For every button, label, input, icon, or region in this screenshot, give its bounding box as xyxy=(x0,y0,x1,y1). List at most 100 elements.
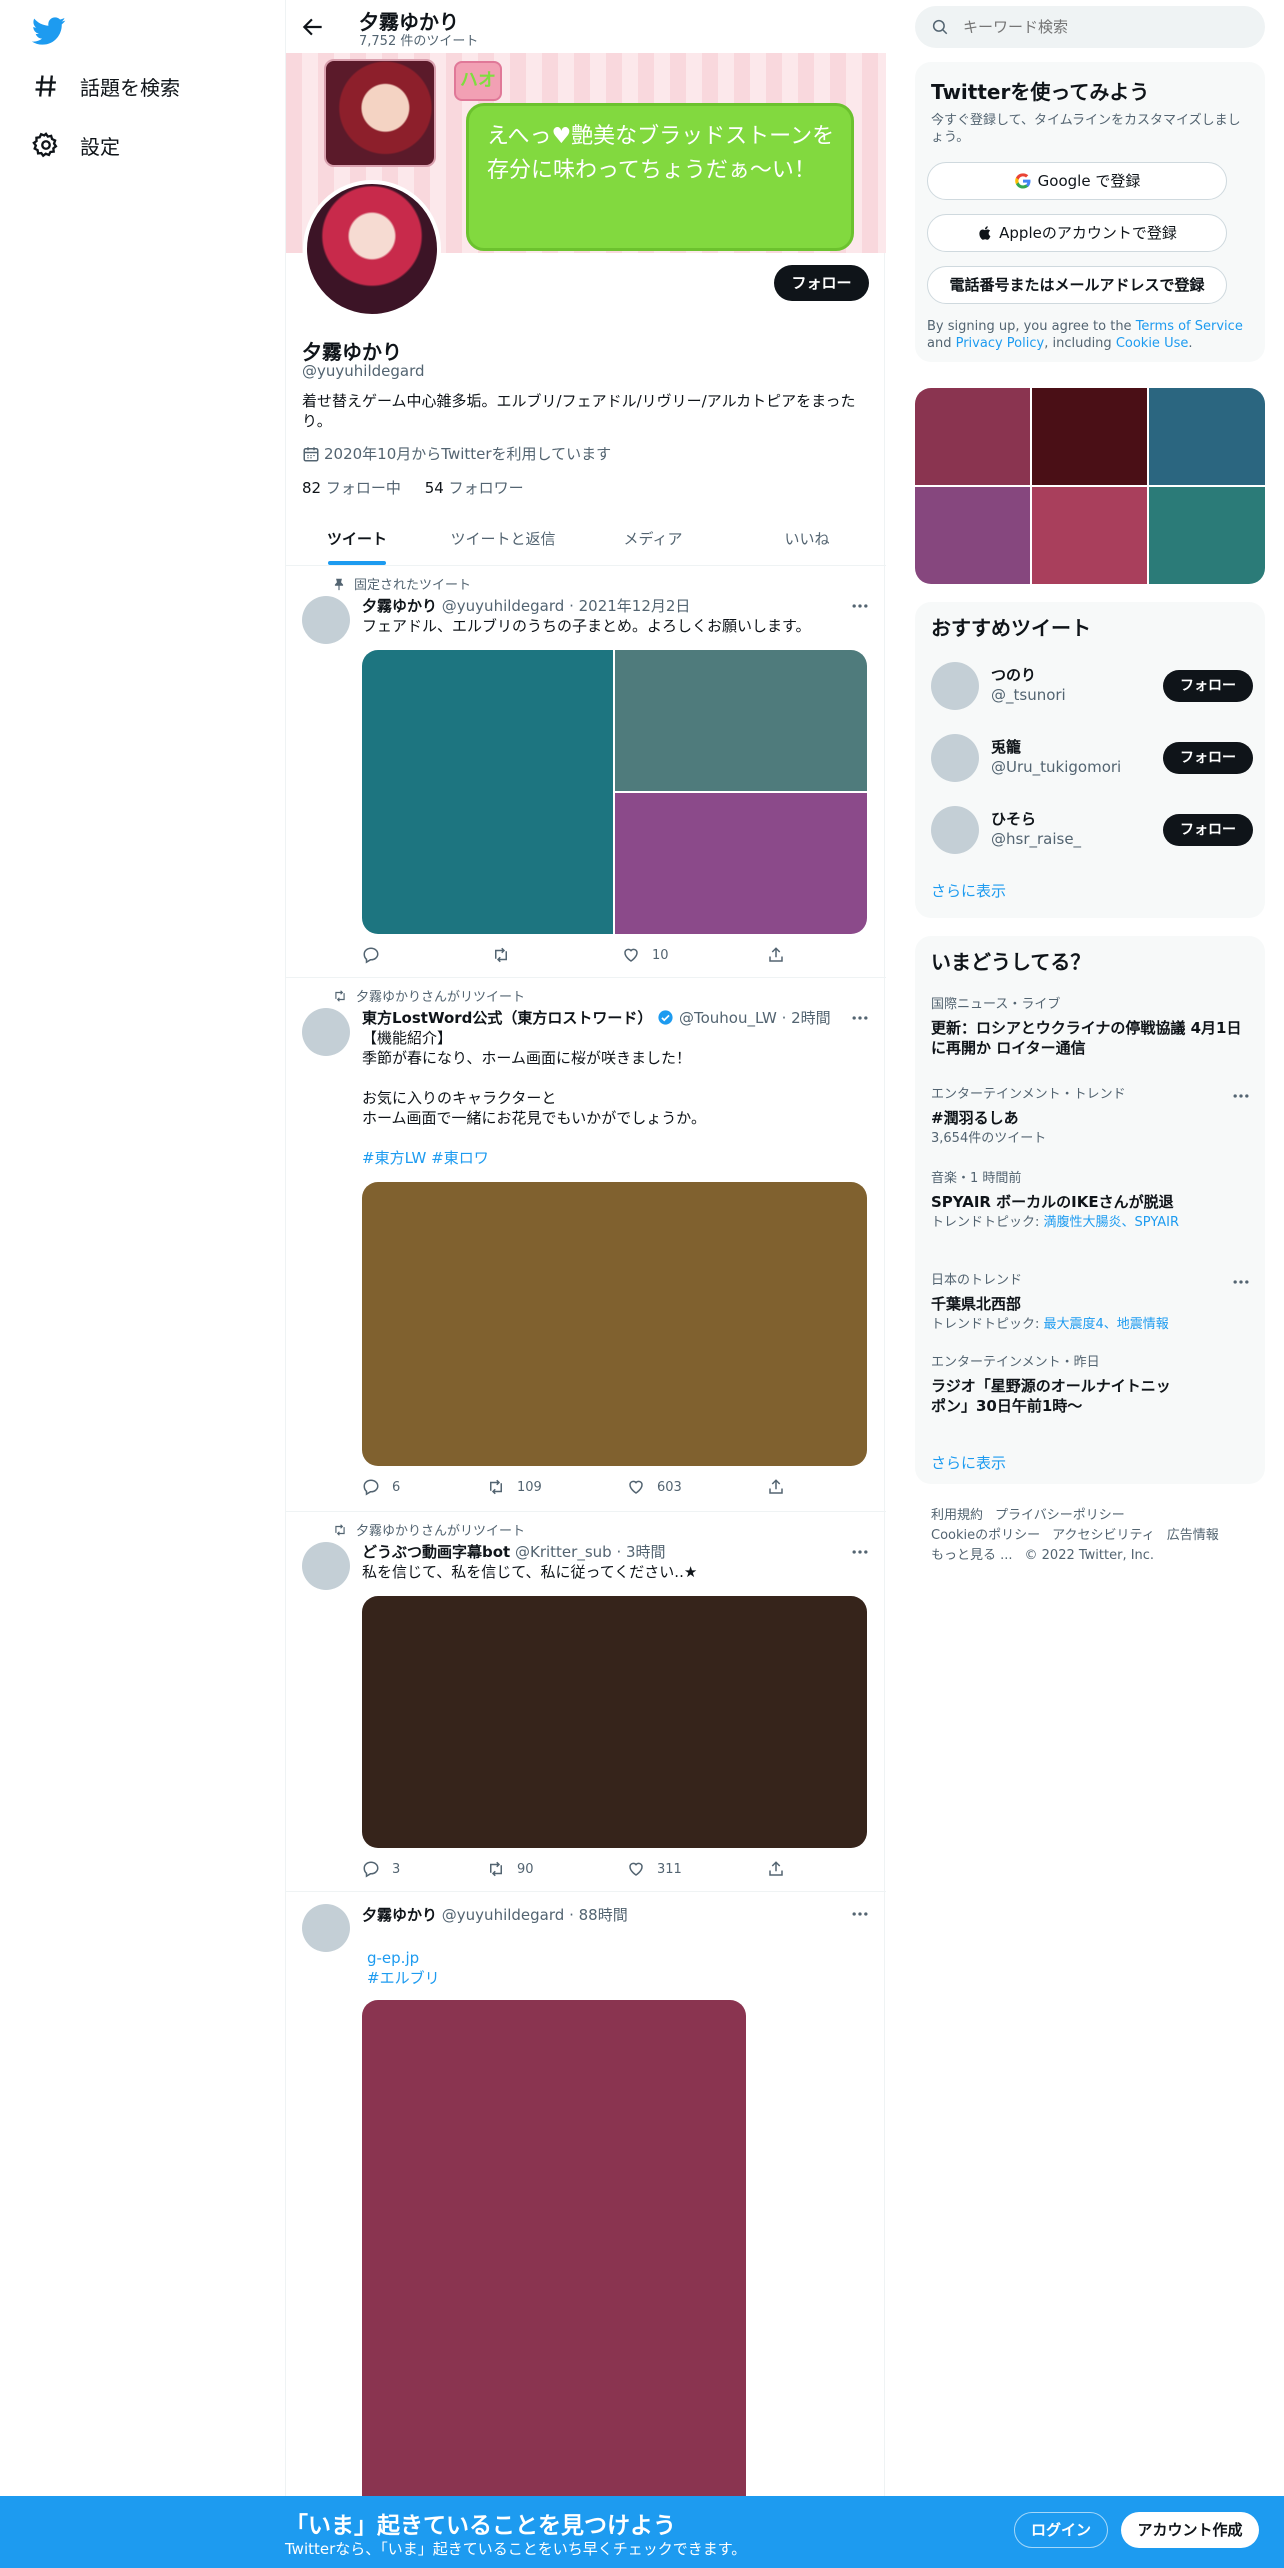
avatar[interactable] xyxy=(302,1904,350,1952)
footer-link[interactable]: プライバシーポリシー xyxy=(995,1508,1125,1523)
avatar[interactable] xyxy=(302,1542,350,1590)
more-icon[interactable] xyxy=(850,1008,870,1028)
tweet-media-image[interactable] xyxy=(362,1182,867,1466)
trend-item[interactable]: 日本のトレンド 千葉県北西部 トレンドトピック: 最大震度4、地震情報 xyxy=(931,1272,1251,1333)
tweet-media-image-1[interactable] xyxy=(362,650,613,934)
avatar[interactable] xyxy=(931,662,979,710)
tweet-author-name[interactable]: 東方LostWord公式（東方ロストワード） xyxy=(362,1009,652,1027)
cookie-use-link[interactable]: Cookie Use xyxy=(1116,336,1189,351)
more-icon[interactable] xyxy=(850,1904,870,1924)
tweet-media-image[interactable] xyxy=(362,1596,867,1848)
login-button[interactable]: ログイン xyxy=(1014,2512,1108,2548)
follow-button[interactable]: フォロー xyxy=(1163,742,1253,774)
more-icon[interactable] xyxy=(850,1542,870,1562)
follow-button[interactable]: フォロー xyxy=(1163,814,1253,846)
search-box[interactable] xyxy=(915,6,1265,48)
tweet-item[interactable]: 夕霧ゆかりさんがリツイート 東方LostWord公式（東方ロストワード） @To… xyxy=(286,978,886,1512)
more-icon[interactable] xyxy=(1231,1086,1251,1106)
tab-tweets-replies[interactable]: ツイートと返信 xyxy=(428,513,578,566)
tweet-author-name[interactable]: 夕霧ゆかり xyxy=(362,597,437,615)
reply-button[interactable]: 3 xyxy=(362,1860,400,1878)
tweet-author-name[interactable]: どうぶつ動画字幕bot xyxy=(362,1543,510,1561)
tweet-time[interactable]: 88時間 xyxy=(579,1906,628,1924)
avatar[interactable] xyxy=(931,806,979,854)
footer-link[interactable]: アクセシビリティ xyxy=(1052,1528,1155,1543)
trends-show-more[interactable]: さらに表示 xyxy=(931,1452,1006,1473)
tweet-time[interactable]: 2021年12月2日 xyxy=(579,597,691,615)
nav-explore[interactable]: 話題を検索 xyxy=(32,66,180,106)
retweet-button[interactable]: 109 xyxy=(487,1478,542,1496)
recommend-user[interactable]: ひそら @hsr_raise_ フォロー xyxy=(931,802,1253,858)
apple-signup-button[interactable]: Appleのアカウントで登録 xyxy=(927,214,1227,252)
avatar[interactable] xyxy=(302,1008,350,1056)
tab-media[interactable]: メディア xyxy=(578,513,728,566)
tweet-hashtag[interactable]: #エルブリ xyxy=(367,1968,872,1988)
tab-tweets[interactable]: ツイート xyxy=(286,513,428,566)
footer-more-link[interactable]: もっと見る ... xyxy=(931,1548,1013,1563)
tweet-link[interactable]: g-ep.jp xyxy=(367,1948,872,1968)
like-button[interactable]: 10 xyxy=(622,946,669,964)
follow-button[interactable]: フォロー xyxy=(1163,670,1253,702)
tweet-time[interactable]: 3時間 xyxy=(626,1543,666,1561)
tweet-media-image[interactable] xyxy=(362,2000,746,2520)
photo-thumb[interactable] xyxy=(1032,487,1147,584)
profile-joined: 2020年10月からTwitterを利用しています xyxy=(302,443,611,464)
like-button[interactable]: 311 xyxy=(627,1860,682,1878)
share-button[interactable] xyxy=(767,1860,797,1878)
photo-thumb[interactable] xyxy=(1149,388,1265,485)
back-arrow-icon[interactable] xyxy=(300,14,326,40)
tweet-item[interactable]: 夕霧ゆかり @yuyuhildegard · 88時間 g-ep.jp #エルブ… xyxy=(286,1892,886,2520)
retweet-button[interactable] xyxy=(492,946,522,964)
follow-button[interactable]: フォロー xyxy=(774,265,869,301)
footer-link[interactable]: 利用規約 xyxy=(931,1508,983,1523)
privacy-policy-link[interactable]: Privacy Policy xyxy=(956,336,1045,351)
tweet-media-image-3[interactable] xyxy=(615,793,867,934)
tweet-media-image-1[interactable] xyxy=(362,1182,867,1466)
photo-thumb[interactable] xyxy=(915,487,1030,584)
tweet-time[interactable]: 2時間 xyxy=(791,1009,831,1027)
recommend-user[interactable]: 兎籠 @Uru_tukigomori フォロー xyxy=(931,730,1253,786)
tweet-author-name[interactable]: 夕霧ゆかり xyxy=(362,1906,437,1924)
more-icon[interactable] xyxy=(850,596,870,616)
like-button[interactable]: 603 xyxy=(627,1478,682,1496)
trend-item[interactable]: 音楽・1 時間前 SPYAIR ボーカルのIKEさんが脱退 トレンドトピック: … xyxy=(931,1170,1251,1231)
retweet-button[interactable]: 90 xyxy=(487,1860,534,1878)
tweet-item[interactable]: 固定されたツイート 夕霧ゆかり @yuyuhildegard · 2021年12… xyxy=(286,566,886,978)
avatar[interactable] xyxy=(931,734,979,782)
tweet-media-image-2[interactable] xyxy=(615,650,867,791)
nav-settings[interactable]: 設定 xyxy=(32,125,120,165)
followers-link[interactable]: 54 フォロワー xyxy=(425,479,524,497)
footer-link[interactable]: 広告情報 xyxy=(1167,1528,1219,1543)
tweet-media-image-1[interactable] xyxy=(362,1596,867,1848)
recommend-show-more[interactable]: さらに表示 xyxy=(931,880,1006,901)
avatar[interactable] xyxy=(302,596,350,644)
photo-thumb[interactable] xyxy=(915,388,1030,485)
signup-button[interactable]: アカウント作成 xyxy=(1121,2512,1259,2548)
footer-link[interactable]: Cookieのポリシー xyxy=(931,1528,1040,1543)
following-link[interactable]: 82 フォロー中 xyxy=(302,479,401,497)
more-icon[interactable] xyxy=(1231,1272,1251,1292)
reply-button[interactable] xyxy=(362,946,392,964)
phone-email-signup-button[interactable]: 電話番号またはメールアドレスで登録 xyxy=(927,266,1227,304)
reply-button[interactable]: 6 xyxy=(362,1478,400,1496)
share-button[interactable] xyxy=(767,1478,797,1496)
trend-topic-links[interactable]: 最大震度4、地震情報 xyxy=(1044,1317,1169,1332)
google-signup-button[interactable]: Google で登録 xyxy=(927,162,1227,200)
trend-item[interactable]: エンターテインメント・昨日 ラジオ「星野源のオールナイトニッポン」30日午前1時… xyxy=(931,1354,1181,1416)
tab-likes[interactable]: いいね xyxy=(728,513,886,566)
photo-thumb[interactable] xyxy=(1149,487,1265,584)
tweet-media-image-1[interactable] xyxy=(362,2000,746,2520)
trend-topic-links[interactable]: 満腹性大腸炎、SPYAIR xyxy=(1044,1215,1180,1230)
trend-item[interactable]: 国際ニュース・ライブ 更新：ロシアとウクライナの停戦協議 4月1日に再開か ロイ… xyxy=(931,996,1251,1058)
twitter-logo-icon[interactable] xyxy=(32,14,66,48)
terms-of-service-link[interactable]: Terms of Service xyxy=(1136,319,1243,334)
tweet-item[interactable]: 夕霧ゆかりさんがリツイート どうぶつ動画字幕bot @Kritter_sub ·… xyxy=(286,1512,886,1892)
profile-avatar[interactable] xyxy=(303,180,441,318)
search-input[interactable] xyxy=(963,6,1253,48)
share-button[interactable] xyxy=(767,946,797,964)
recommend-user[interactable]: つのり @_tsunori フォロー xyxy=(931,658,1253,714)
trend-item[interactable]: エンターテインメント・トレンド #潤羽るしあ 3,654件のツイート xyxy=(931,1086,1251,1147)
tweet-hashtags[interactable]: #東方LW #東ロワ xyxy=(362,1148,867,1168)
photo-thumb[interactable] xyxy=(1032,388,1147,485)
tweet-media-grid[interactable] xyxy=(362,650,867,934)
